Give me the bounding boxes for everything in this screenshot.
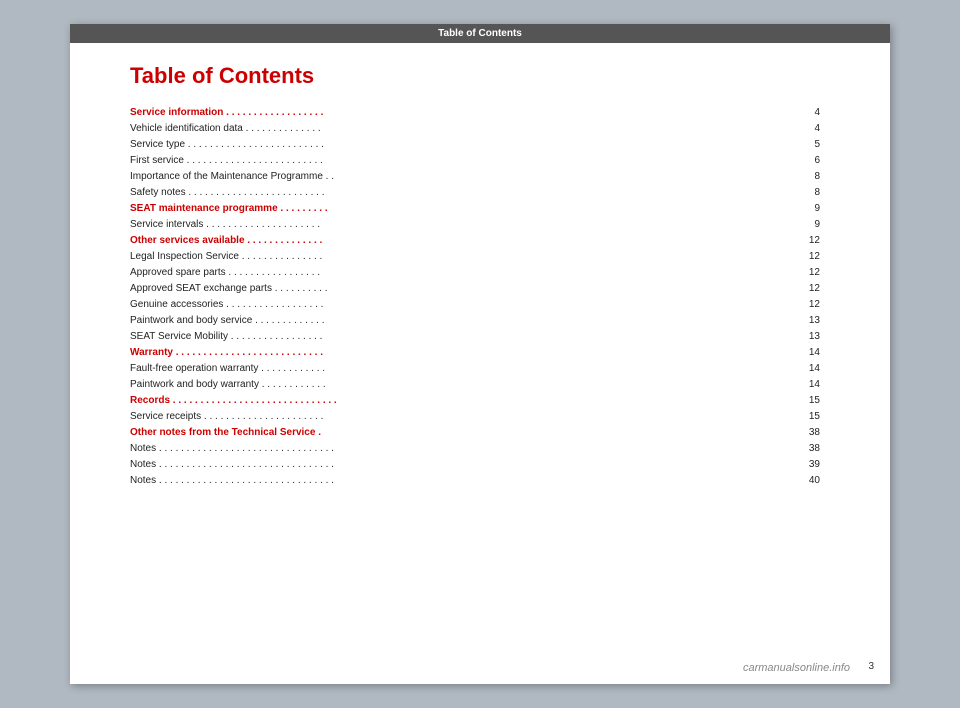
toc-item-label: First service . . . . . . . . . . . . . …: [130, 153, 760, 169]
toc-page-number: 15: [760, 409, 830, 425]
toc-item-label: SEAT Service Mobility . . . . . . . . . …: [130, 329, 760, 345]
page: Table of Contents Table of Contents Serv…: [70, 24, 890, 684]
toc-page-number: 15: [760, 393, 830, 409]
toc-item-label: Notes . . . . . . . . . . . . . . . . . …: [130, 441, 760, 457]
toc-page-number: 12: [760, 281, 830, 297]
toc-page-number: 14: [760, 345, 830, 361]
toc-item-label: Service intervals . . . . . . . . . . . …: [130, 217, 760, 233]
toc-page-number: 8: [760, 185, 830, 201]
toc-page-number: 5: [760, 137, 830, 153]
toc-page-number: 8: [760, 169, 830, 185]
toc-item-label: Paintwork and body service . . . . . . .…: [130, 313, 760, 329]
toc-item-label: Legal Inspection Service . . . . . . . .…: [130, 249, 760, 265]
toc-section-heading: Other services available . . . . . . . .…: [130, 233, 760, 249]
toc-section-heading: SEAT maintenance programme . . . . . . .…: [130, 201, 760, 217]
toc-page-number: 4: [760, 105, 830, 121]
toc-item-label: Service receipts . . . . . . . . . . . .…: [130, 409, 760, 425]
toc-section-heading: Warranty . . . . . . . . . . . . . . . .…: [130, 345, 760, 361]
toc-page-number: 12: [760, 297, 830, 313]
toc-page-number: 12: [760, 265, 830, 281]
toc-item-label: Fault-free operation warranty . . . . . …: [130, 361, 760, 377]
toc-item-label: Genuine accessories . . . . . . . . . . …: [130, 297, 760, 313]
toc-section-heading: Other notes from the Technical Service .: [130, 425, 760, 441]
page-number: 3: [868, 661, 874, 672]
header-bar: Table of Contents: [70, 24, 890, 43]
toc-page-number: 14: [760, 377, 830, 393]
toc-item-label: Safety notes . . . . . . . . . . . . . .…: [130, 185, 760, 201]
toc-page-number: 38: [760, 425, 830, 441]
toc-page-number: 6: [760, 153, 830, 169]
toc-item-label: Vehicle identification data . . . . . . …: [130, 121, 760, 137]
toc-page-number: 4: [760, 121, 830, 137]
toc-item-label: Notes . . . . . . . . . . . . . . . . . …: [130, 473, 760, 489]
toc-page-number: 12: [760, 233, 830, 249]
toc-page-number: 9: [760, 201, 830, 217]
toc-page-number: 13: [760, 329, 830, 345]
watermark: carmanualsonline.info: [743, 662, 850, 674]
toc-page-number: 39: [760, 457, 830, 473]
toc-page-number: 14: [760, 361, 830, 377]
toc-page-number: 38: [760, 441, 830, 457]
header-title: Table of Contents: [438, 28, 522, 39]
toc-page-number: 9: [760, 217, 830, 233]
content: Table of Contents Service information . …: [70, 43, 890, 509]
toc-item-label: Importance of the Maintenance Programme …: [130, 169, 760, 185]
toc-item-label: Service type . . . . . . . . . . . . . .…: [130, 137, 760, 153]
toc-page-number: 13: [760, 313, 830, 329]
toc-section-heading: Service information . . . . . . . . . . …: [130, 105, 760, 121]
toc-table: Service information . . . . . . . . . . …: [130, 105, 830, 489]
toc-page-number: 12: [760, 249, 830, 265]
toc-item-label: Approved SEAT exchange parts . . . . . .…: [130, 281, 760, 297]
page-title: Table of Contents: [130, 63, 830, 89]
toc-page-number: 40: [760, 473, 830, 489]
toc-item-label: Paintwork and body warranty . . . . . . …: [130, 377, 760, 393]
toc-item-label: Notes . . . . . . . . . . . . . . . . . …: [130, 457, 760, 473]
toc-section-heading: Records . . . . . . . . . . . . . . . . …: [130, 393, 760, 409]
toc-item-label: Approved spare parts . . . . . . . . . .…: [130, 265, 760, 281]
